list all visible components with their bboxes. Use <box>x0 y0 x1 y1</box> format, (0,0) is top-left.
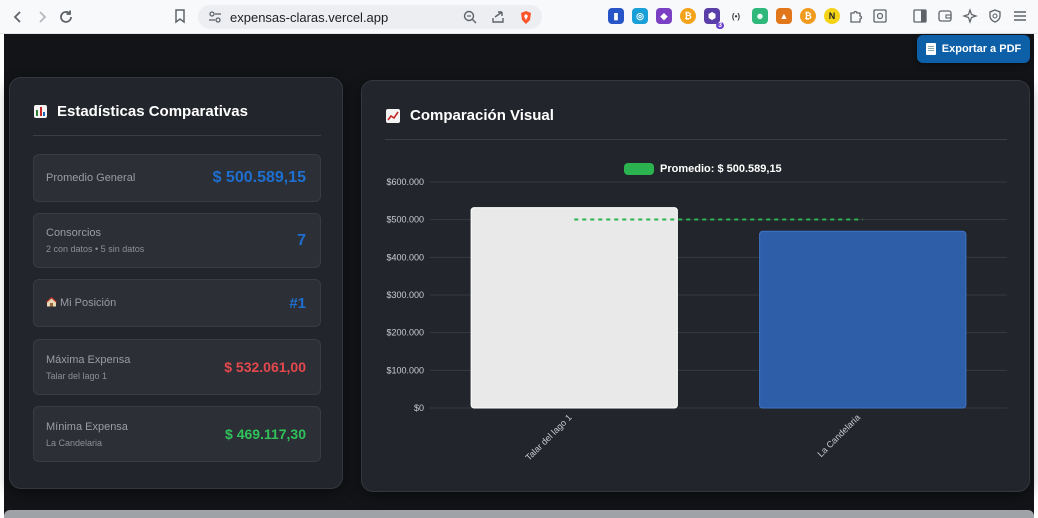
back-icon[interactable] <box>6 5 30 29</box>
browser-toolbar: expensas-claras.vercel.app ▮ ◎ ◆ ₿ ⬢ 3 (•… <box>0 0 1038 34</box>
cube-extension-icon[interactable]: ◆ <box>656 8 672 24</box>
stats-panel-header: Estadísticas Comparativas <box>34 103 248 120</box>
bookmark-icon[interactable] <box>173 8 187 29</box>
reload-icon[interactable] <box>54 5 78 29</box>
bitcoin-extension-icon[interactable]: ₿ <box>800 8 816 24</box>
metamask-extension-icon[interactable]: ▲ <box>776 8 792 24</box>
stat-card-promedio: Promedio General $ 500.589,15 <box>33 154 321 202</box>
bar <box>759 230 967 409</box>
stat-value: $ 500.589,15 <box>212 169 306 186</box>
wallet-icon[interactable] <box>937 8 953 24</box>
stat-label: Promedio General <box>46 172 136 184</box>
y-tick-label: $600.000 <box>386 177 424 187</box>
app-page: Exportar a PDF Estadísticas Comparativas… <box>4 34 1034 516</box>
scroll-edge <box>4 510 1034 518</box>
stat-label: Mi Posición <box>60 297 117 309</box>
address-bar[interactable]: expensas-claras.vercel.app <box>198 5 542 29</box>
bar-chart-icon <box>34 105 47 118</box>
stat-label: Consorcios <box>46 227 102 239</box>
stat-label: Máxima Expensa <box>46 354 131 366</box>
shape-extension-icon[interactable]: ⬢ 3 <box>704 8 724 29</box>
bar <box>470 207 678 409</box>
stat-value: 7 <box>297 232 306 249</box>
share-icon[interactable] <box>490 9 506 25</box>
stat-label: Mínima Expensa <box>46 421 128 433</box>
search-box-extension-icon[interactable] <box>872 8 888 24</box>
extensions-bar: ▮ ◎ ◆ ₿ ⬢ 3 (•) ☻ ▲ ₿ N <box>608 8 888 29</box>
x-tick-label: La Candelaria <box>815 412 862 459</box>
n-extension-icon[interactable]: N <box>824 8 840 24</box>
house-icon <box>46 297 57 307</box>
divider <box>33 135 321 136</box>
stat-card-consorcios: Consorcios 2 con datos • 5 sin datos 7 <box>33 213 321 268</box>
camera-extension-icon[interactable]: ◎ <box>632 8 648 24</box>
zoom-icon[interactable] <box>462 9 478 25</box>
stat-sublabel: Talar del lago 1 <box>46 371 108 381</box>
stats-panel-title: Estadísticas Comparativas <box>57 103 248 120</box>
y-tick-label: $0 <box>414 403 424 413</box>
stat-value: $ 469.117,30 <box>225 426 306 442</box>
stat-value: #1 <box>289 295 306 312</box>
bar-chart: $0 $100.000 $200.000 $300.000 $400.000 $500.0… <box>386 177 1007 463</box>
vpn-shield-icon[interactable] <box>987 8 1003 24</box>
stats-panel: Estadísticas Comparativas Promedio Gener… <box>9 77 343 489</box>
stat-sublabel: La Candelaria <box>46 438 103 448</box>
puzzle-extensions-icon[interactable] <box>848 8 864 24</box>
url-text: expensas-claras.vercel.app <box>230 9 389 25</box>
stat-card-minima: Mínima Expensa La Candelaria $ 469.117,3… <box>33 406 321 462</box>
forward-icon[interactable] <box>30 5 54 29</box>
y-tick-label: $500.000 <box>386 215 424 225</box>
wave-extension-icon[interactable]: (•) <box>728 8 744 24</box>
document-icon <box>925 43 936 55</box>
stat-card-maxima: Máxima Expensa Talar del lago 1 $ 532.06… <box>33 339 321 395</box>
brave-shield-icon[interactable] <box>518 9 534 25</box>
stat-card-posicion: Mi Posición #1 <box>33 279 321 327</box>
export-pdf-label: Exportar a PDF <box>941 43 1022 55</box>
coin-extension-icon[interactable]: ₿ <box>680 8 696 24</box>
stat-sublabel: 2 con datos • 5 sin datos <box>46 244 145 254</box>
visual-panel: Comparación Visual Promedio: $ 500.589,1… <box>361 80 1030 492</box>
stat-label-wrap: Mi Posición <box>46 297 116 309</box>
extension-badge: 3 <box>716 22 724 29</box>
leo-ai-icon[interactable] <box>962 8 978 24</box>
site-settings-icon[interactable] <box>208 10 222 24</box>
y-tick-label: $300.000 <box>386 290 424 300</box>
y-tick-label: $400.000 <box>386 252 424 262</box>
x-tick-label: Talar del lago 1 <box>523 412 573 462</box>
export-pdf-button[interactable]: Exportar a PDF <box>917 35 1030 63</box>
frog-extension-icon[interactable]: ☻ <box>752 8 768 24</box>
y-tick-label: $100.000 <box>386 365 424 375</box>
sidebar-icon[interactable] <box>912 8 928 24</box>
y-tick-label: $200.000 <box>386 328 424 338</box>
bitwarden-extension-icon[interactable]: ▮ <box>608 8 624 24</box>
stat-value: $ 532.061,00 <box>224 359 306 375</box>
menu-icon[interactable] <box>1012 8 1028 24</box>
